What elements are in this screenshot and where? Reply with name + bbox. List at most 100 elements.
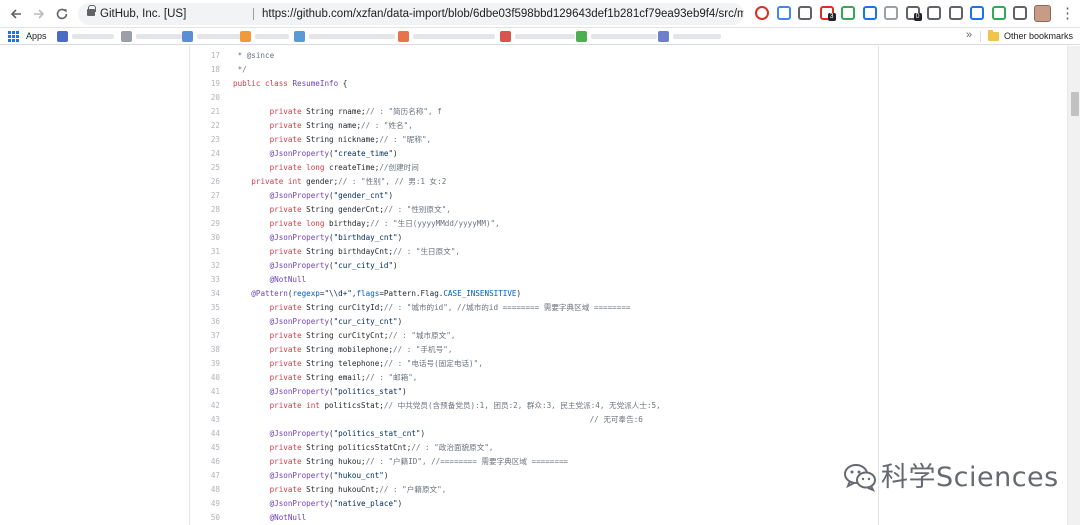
line-code: private String rname;// : "简历名称", f <box>269 107 442 116</box>
code-line: 41 @JsonProperty("politics_stat") <box>190 385 878 399</box>
line-number[interactable]: 45 <box>190 441 220 455</box>
line-code: @JsonProperty("create_time") <box>269 149 398 158</box>
line-number[interactable]: 24 <box>190 147 220 161</box>
site-identity[interactable]: GitHub, Inc. [US] <box>100 3 186 25</box>
code-line: 21 private String rname;// : "简历名称", f <box>190 105 878 119</box>
line-number[interactable]: 26 <box>190 175 220 189</box>
line-number[interactable]: 19 <box>190 77 220 91</box>
line-number[interactable]: 34 <box>190 287 220 301</box>
line-code: @JsonProperty("native_place") <box>269 499 403 508</box>
opera-icon[interactable] <box>755 6 769 20</box>
line-number[interactable]: 41 <box>190 385 220 399</box>
page-scrollbar[interactable] <box>1067 46 1080 525</box>
bookmark-item[interactable] <box>500 31 576 42</box>
line-code: private long createTime;//创建时间 <box>269 163 419 172</box>
line-code: private String curCityCnt;// : "城市原文", <box>269 331 456 340</box>
line-number[interactable]: 17 <box>190 49 220 63</box>
translate-icon[interactable] <box>776 6 791 20</box>
notification-icon[interactable]: 3 <box>819 6 836 21</box>
line-number[interactable]: 25 <box>190 161 220 175</box>
line-number[interactable]: 21 <box>190 105 220 119</box>
menu-icon[interactable]: ⋮ <box>1060 4 1075 24</box>
refresh-icon[interactable]: 0 <box>905 6 922 21</box>
line-code: @JsonProperty("hukou_cnt") <box>269 471 389 480</box>
line-number[interactable]: 20 <box>190 91 220 105</box>
line-number[interactable]: 48 <box>190 483 220 497</box>
line-code: private String hukouCnt;// : "户籍原文", <box>269 485 447 494</box>
line-number[interactable]: 47 <box>190 469 220 483</box>
omnibox-divider <box>253 8 254 20</box>
extension-icon[interactable] <box>991 6 1006 20</box>
bookmark-item[interactable] <box>576 31 658 42</box>
line-number[interactable]: 27 <box>190 189 220 203</box>
bookmark-item[interactable] <box>121 31 183 42</box>
line-number[interactable]: 18 <box>190 63 220 77</box>
profile-avatar[interactable] <box>1034 5 1051 22</box>
code-line: 30 @JsonProperty("birthday_cnt") <box>190 231 878 245</box>
line-number[interactable]: 23 <box>190 133 220 147</box>
rss-icon[interactable] <box>948 6 963 20</box>
line-code: private String politicsStatCnt;// : "政治面… <box>269 443 494 452</box>
code-line: 48 private String hukouCnt;// : "户籍原文", <box>190 483 878 497</box>
line-number[interactable]: 28 <box>190 203 220 217</box>
grid-icon[interactable] <box>1013 6 1027 20</box>
line-number[interactable]: 46 <box>190 455 220 469</box>
page-content: 17 * @since 18 */19 public class ResumeInf… <box>0 46 1080 525</box>
bookmark-item[interactable] <box>658 31 722 42</box>
line-number[interactable]: 42 <box>190 399 220 413</box>
code-line: 44 @JsonProperty("politics_stat_cnt") <box>190 427 878 441</box>
ink-icon[interactable] <box>927 6 941 20</box>
line-number[interactable]: 49 <box>190 497 220 511</box>
browser-toolbar: GitHub, Inc. [US] https://github.com/xzf… <box>0 0 1080 28</box>
line-code: private String telephone;// : "电话号(固定电话)… <box>269 359 483 368</box>
line-number[interactable]: 30 <box>190 231 220 245</box>
line-number[interactable]: 37 <box>190 329 220 343</box>
scrollbar-thumb[interactable] <box>1071 92 1079 116</box>
bookmark-label-redacted <box>255 34 289 39</box>
address-bar[interactable]: GitHub, Inc. [US] https://github.com/xzf… <box>78 3 744 25</box>
line-code: @NotNull <box>269 275 307 284</box>
forward-button[interactable] <box>29 4 49 24</box>
puzzle-icon[interactable] <box>841 6 855 20</box>
line-number[interactable]: 50 <box>190 511 220 525</box>
code-line: 28 private String genderCnt;// : "性别原文", <box>190 203 878 217</box>
bookmark-item[interactable] <box>398 31 496 42</box>
line-code: @JsonProperty("politics_stat_cnt") <box>269 429 426 438</box>
code-line: 18 */ <box>190 63 878 77</box>
reload-button[interactable] <box>52 4 72 24</box>
bookmark-item[interactable] <box>294 31 396 42</box>
tab-icon[interactable] <box>970 6 984 20</box>
line-number[interactable]: 44 <box>190 427 220 441</box>
line-number[interactable]: 32 <box>190 259 220 273</box>
line-number[interactable]: 33 <box>190 273 220 287</box>
person-icon[interactable] <box>862 6 877 20</box>
line-code: @JsonProperty("politics_stat") <box>269 387 407 396</box>
more-bookmarks-button[interactable]: » <box>966 29 972 42</box>
line-number[interactable]: 35 <box>190 301 220 315</box>
line-code: private String genderCnt;// : "性别原文", <box>269 205 451 214</box>
mail-icon[interactable] <box>798 6 812 20</box>
bookmark-item[interactable] <box>57 31 115 42</box>
line-number[interactable]: 22 <box>190 119 220 133</box>
bookmark-item[interactable] <box>182 31 242 42</box>
code-line: 37 private String curCityCnt;// : "城市原文"… <box>190 329 878 343</box>
line-number[interactable]: 31 <box>190 245 220 259</box>
code-line: 34 @Pattern(regexp="\\d+",flags=Pattern.… <box>190 287 878 301</box>
line-number[interactable]: 29 <box>190 217 220 231</box>
line-number[interactable]: 39 <box>190 357 220 371</box>
dot-icon[interactable] <box>884 6 898 20</box>
line-number[interactable]: 43 <box>190 413 220 427</box>
line-code: private String hukou;// : "户籍ID", //====… <box>269 457 569 466</box>
code-line: 35 private String curCityId;// : "城市的id"… <box>190 301 878 315</box>
line-number[interactable]: 38 <box>190 343 220 357</box>
code-line: 22 private String name;// : "姓名", <box>190 119 878 133</box>
code-line: 46 private String hukou;// : "户籍ID", //=… <box>190 455 878 469</box>
url-text[interactable]: https://github.com/xzfan/data-import/blo… <box>262 3 744 25</box>
line-number[interactable]: 40 <box>190 371 220 385</box>
bookmark-item[interactable] <box>240 31 290 42</box>
back-button[interactable] <box>6 4 26 24</box>
line-code: @JsonProperty("cur_city_cnt") <box>269 317 403 326</box>
line-code: private int gender;// : "性别", // 男:1 女:2 <box>251 177 447 186</box>
bookmark-label-redacted <box>72 34 114 39</box>
line-number[interactable]: 36 <box>190 315 220 329</box>
